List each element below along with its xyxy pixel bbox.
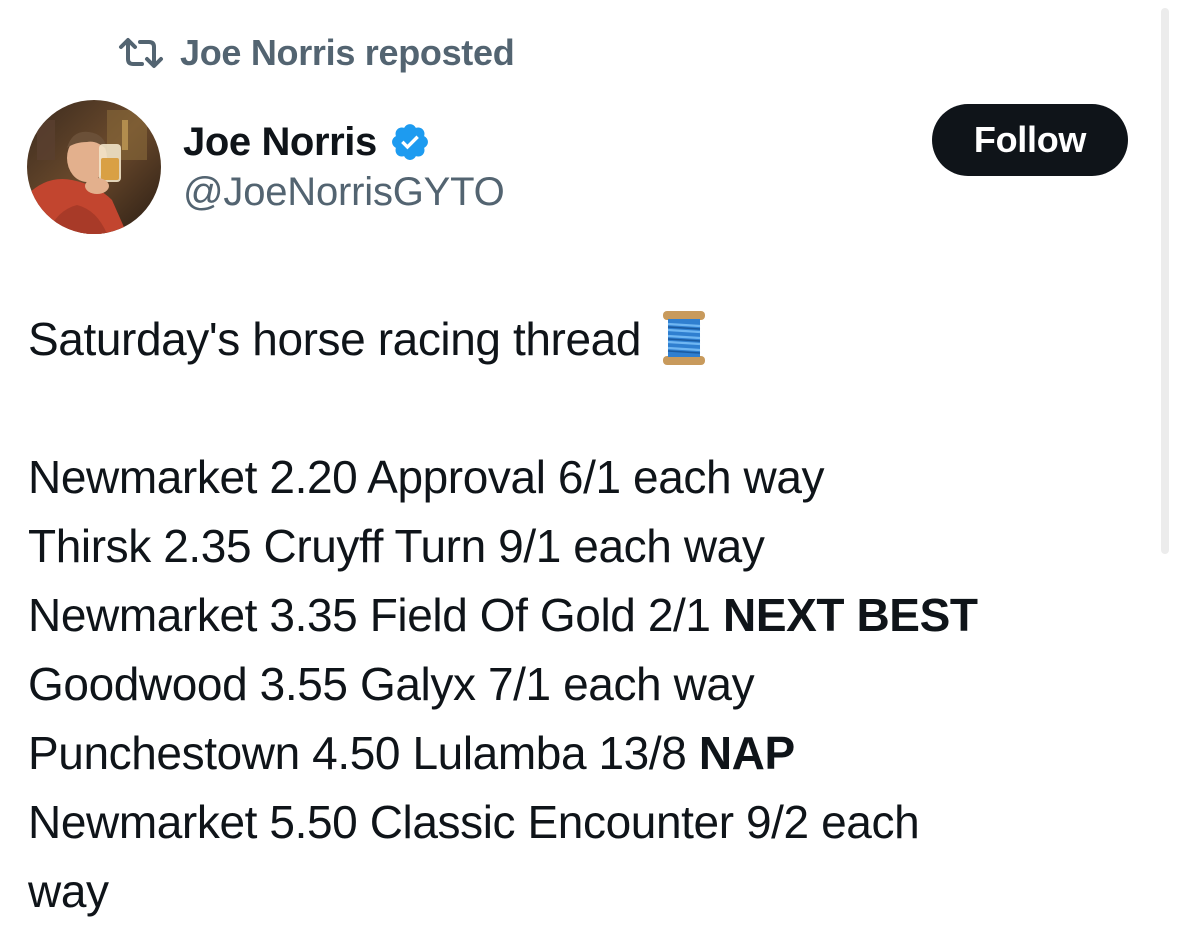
tweet-line: way bbox=[28, 857, 1138, 926]
tweet-intro-text: Saturday's horse racing thread bbox=[28, 313, 642, 365]
tweet-line-bold: NAP bbox=[698, 727, 795, 779]
tweet-line-text: Newmarket 5.50 Classic Encounter 9/2 eac… bbox=[28, 796, 920, 848]
tweet-line-text: way bbox=[28, 865, 109, 917]
tweet-line-text: Goodwood 3.55 Galyx 7/1 each way bbox=[28, 658, 755, 710]
repost-context[interactable]: Joe Norris reposted bbox=[118, 30, 515, 76]
tweet-intro-line: Saturday's horse racing thread bbox=[28, 305, 1138, 374]
tweet-line-text: Thirsk 2.35 Cruyff Turn 9/1 each way bbox=[28, 520, 765, 572]
verified-badge-icon[interactable] bbox=[389, 121, 431, 163]
avatar[interactable] bbox=[27, 100, 161, 234]
author-display-name[interactable]: Joe Norris bbox=[183, 120, 377, 165]
repost-label: Joe Norris reposted bbox=[180, 32, 515, 73]
tweet-line: Newmarket 5.50 Classic Encounter 9/2 eac… bbox=[28, 788, 1138, 857]
tweet-line: Thirsk 2.35 Cruyff Turn 9/1 each way bbox=[28, 512, 1138, 581]
scrollbar[interactable] bbox=[1161, 8, 1169, 554]
follow-button[interactable]: Follow bbox=[932, 104, 1128, 176]
tweet-line-text: Punchestown 4.50 Lulamba 13/8 bbox=[28, 727, 699, 779]
tweet-line-text: Newmarket 2.20 Approval 6/1 each way bbox=[28, 451, 825, 503]
tweet-line-text: Newmarket 3.35 Field Of Gold 2/1 bbox=[28, 589, 723, 641]
tweet-text: Saturday's horse racing thread Newmarket… bbox=[28, 305, 1138, 926]
tweet-line: Goodwood 3.55 Galyx 7/1 each way bbox=[28, 650, 1138, 719]
tweet-line: Newmarket 3.35 Field Of Gold 2/1 NEXT BE… bbox=[28, 581, 1138, 650]
author-name-row[interactable]: Joe Norris bbox=[183, 116, 431, 168]
spool-of-thread-icon bbox=[663, 310, 706, 365]
tweet-line: Newmarket 2.20 Approval 6/1 each way bbox=[28, 443, 1138, 512]
avatar-image bbox=[27, 100, 161, 234]
author-handle[interactable]: @JoeNorrisGYTO bbox=[183, 170, 505, 215]
repost-icon bbox=[119, 38, 163, 68]
tweet-line-bold: NEXT BEST bbox=[723, 589, 978, 641]
tweet-line: Punchestown 4.50 Lulamba 13/8 NAP bbox=[28, 719, 1138, 788]
